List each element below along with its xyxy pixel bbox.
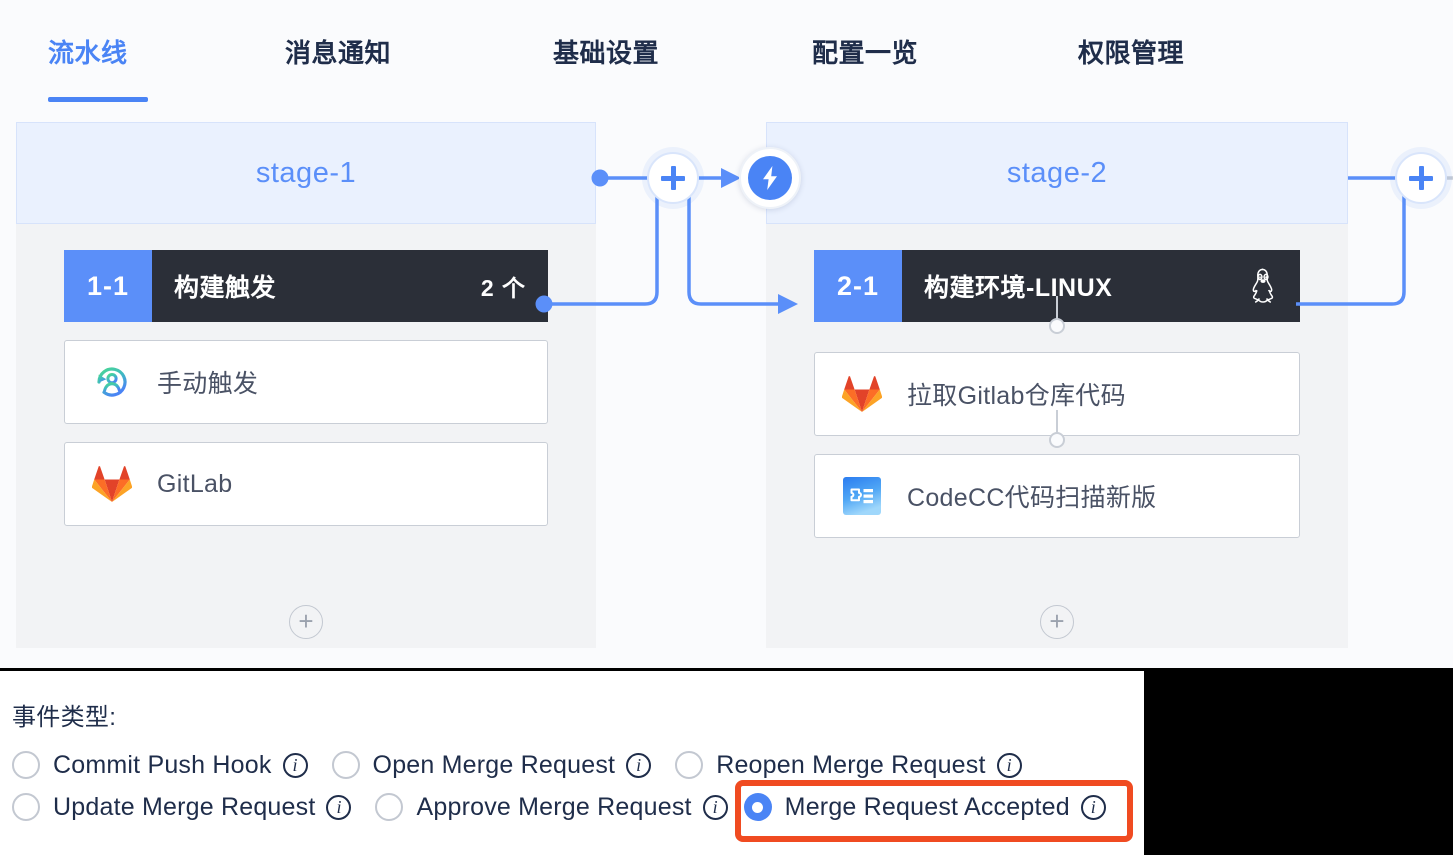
tab-basic-settings[interactable]: 基础设置 <box>553 33 659 70</box>
radio-label: Merge Request Accepted <box>784 792 1070 821</box>
radio-row: Update Merge Request i Approve Merge Req… <box>12 786 1106 828</box>
radio-label: Commit Push Hook <box>53 750 272 779</box>
radio-option-reopen-merge-request[interactable]: Reopen Merge Request i <box>675 750 1022 780</box>
radio-label: Update Merge Request <box>53 792 316 821</box>
radio-option-commit-push-hook[interactable]: Commit Push Hook i <box>12 751 308 780</box>
lightning-bolt-inner <box>748 156 792 200</box>
event-type-radio-group: Commit Push Hook i Open Merge Request i … <box>12 744 1106 828</box>
event-type-label: 事件类型: <box>12 704 117 731</box>
radio-circle[interactable] <box>12 751 40 779</box>
info-icon[interactable]: i <box>1080 794 1106 820</box>
info-icon[interactable]: i <box>996 752 1022 778</box>
blank-region <box>1144 671 1453 855</box>
info-icon[interactable]: i <box>326 794 352 820</box>
plus-icon <box>1418 166 1424 190</box>
radio-row: Commit Push Hook i Open Merge Request i … <box>12 744 1106 786</box>
radio-option-open-merge-request[interactable]: Open Merge Request i <box>331 750 652 780</box>
radio-label: Reopen Merge Request <box>716 750 986 779</box>
arrow-to-bolt <box>721 168 741 188</box>
radio-circle[interactable] <box>675 751 704 779</box>
radio-circle[interactable] <box>12 793 40 821</box>
tab-config-list[interactable]: 配置一览 <box>812 33 918 70</box>
stage-1-output-dot <box>591 169 609 187</box>
arrow-to-stage-2-job <box>778 294 798 314</box>
add-stage-button-middle[interactable] <box>647 152 699 204</box>
tab-bar: 流水线 消息通知 基础设置 配置一览 权限管理 <box>0 0 1453 112</box>
plus-icon <box>670 166 676 190</box>
radio-label: Open Merge Request <box>372 750 616 779</box>
app-root: 流水线 消息通知 基础设置 配置一览 权限管理 stage-1 1-1 构建触发… <box>0 0 1453 855</box>
tab-permissions[interactable]: 权限管理 <box>1078 33 1184 70</box>
tab-pipeline[interactable]: 流水线 <box>48 33 128 70</box>
radio-option-approve-merge-request[interactable]: Approve Merge Request i <box>375 792 728 822</box>
lightning-bolt-icon[interactable] <box>739 147 801 209</box>
pipeline-canvas: stage-1 1-1 构建触发 2 个 手动触发 GitLab + stage… <box>0 112 1453 670</box>
info-icon[interactable]: i <box>282 752 308 778</box>
tab-active-indicator <box>48 97 148 102</box>
stage-1-job-output-dot <box>535 295 553 313</box>
radio-circle[interactable] <box>375 793 404 821</box>
info-icon[interactable]: i <box>702 794 728 820</box>
info-icon[interactable]: i <box>626 752 652 778</box>
radio-circle[interactable] <box>331 751 360 779</box>
pipeline-connectors <box>535 168 1453 314</box>
radio-option-merge-request-accepted[interactable]: Merge Request Accepted i <box>743 792 1106 822</box>
tab-notifications[interactable]: 消息通知 <box>285 33 391 70</box>
radio-option-update-merge-request[interactable]: Update Merge Request i <box>12 792 352 822</box>
bolt-glyph <box>763 166 777 190</box>
add-stage-button-right[interactable] <box>1395 152 1447 204</box>
radio-circle-selected[interactable] <box>743 793 772 821</box>
radio-label: Approve Merge Request <box>416 792 692 821</box>
